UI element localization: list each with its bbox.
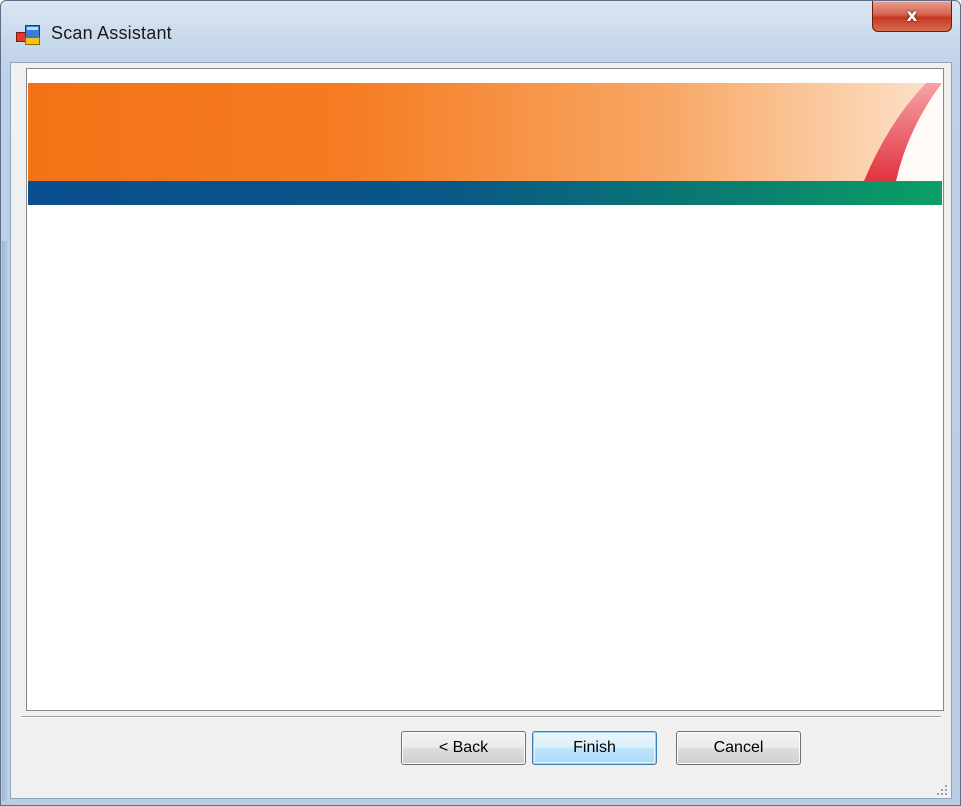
dialog-client-area: < Back Finish Cancel xyxy=(10,62,952,799)
close-button[interactable]: x xyxy=(872,1,952,32)
resize-grip-icon[interactable] xyxy=(936,783,948,795)
cancel-button[interactable]: Cancel xyxy=(676,731,801,765)
footer-separator xyxy=(21,716,941,718)
scan-assistant-window: Scan Assistant x < Back Finish Cancel xyxy=(0,0,961,806)
wizard-content-panel xyxy=(26,68,944,711)
window-frame-shade xyxy=(2,241,10,801)
window-app-icon xyxy=(16,25,40,45)
title-bar[interactable]: Scan Assistant x xyxy=(1,1,960,63)
close-icon: x xyxy=(906,6,918,26)
back-button[interactable]: < Back xyxy=(401,731,526,765)
finish-button[interactable]: Finish xyxy=(532,731,657,765)
window-title: Scan Assistant xyxy=(51,23,172,43)
header-banner xyxy=(28,83,942,205)
